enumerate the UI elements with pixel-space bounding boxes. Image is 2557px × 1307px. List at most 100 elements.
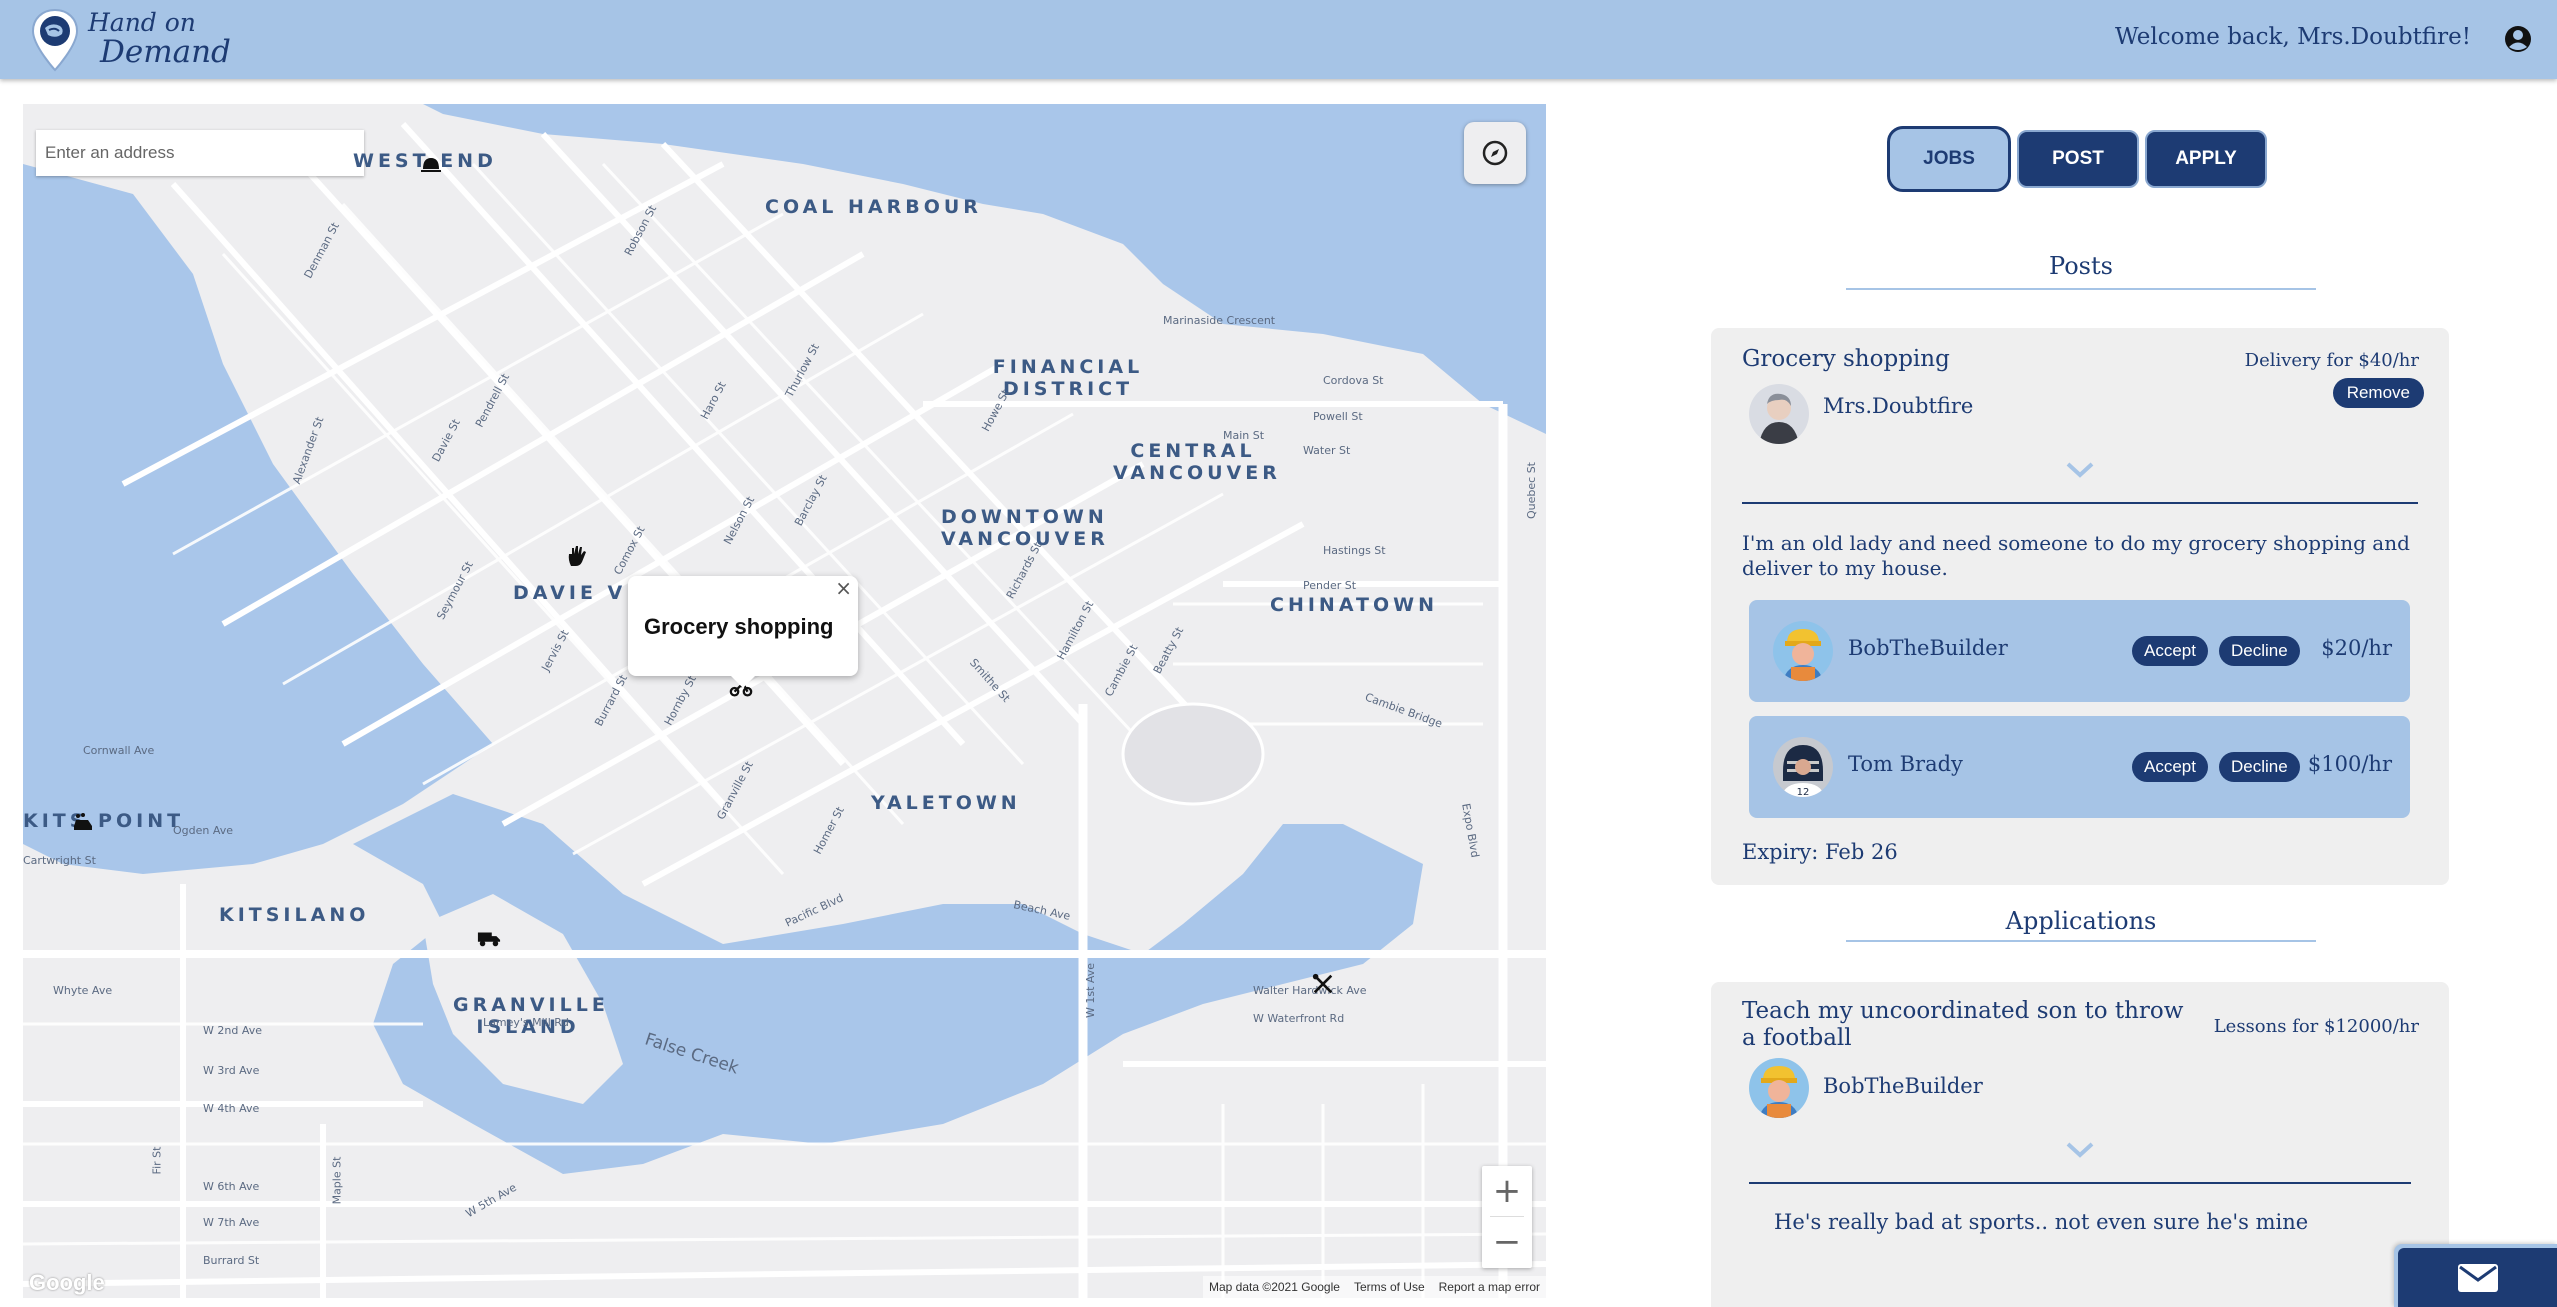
street-label: W 2nd Ave: [203, 1024, 262, 1037]
decline-button[interactable]: Decline: [2219, 752, 2300, 782]
street-label: Whyte Ave: [53, 984, 113, 997]
map-base: [23, 104, 1546, 1298]
tab-post[interactable]: POST: [2017, 130, 2139, 188]
map-footer: Map data ©2021 Google Terms of Use Repor…: [1203, 1276, 1546, 1298]
card-divider: [1749, 1182, 2411, 1184]
street-label: Main St: [1223, 429, 1265, 442]
map-view[interactable]: WEST END COAL HARBOUR FINANCIAL DISTRICT…: [23, 104, 1546, 1298]
remove-button[interactable]: Remove: [2332, 378, 2424, 408]
street-label: W 4th Ave: [203, 1102, 260, 1115]
google-logo: Google: [29, 1270, 105, 1295]
accept-button[interactable]: Accept: [2132, 636, 2208, 666]
logo-line1: Hand on: [88, 8, 196, 37]
tab-jobs[interactable]: JOBS: [1887, 126, 2011, 192]
chevron-down-icon[interactable]: [2065, 460, 2095, 480]
card-divider: [1742, 502, 2418, 504]
neighborhood-chinatown: CHINATOWN: [1270, 594, 1439, 616]
applications-section-title: Applications: [2005, 907, 2157, 935]
street-label: Marinaside Crescent: [1163, 314, 1276, 327]
chevron-down-icon[interactable]: [2065, 1140, 2095, 1160]
application-author: BobTheBuilder: [1823, 1074, 1983, 1098]
applicant-rate: $100/hr: [2307, 752, 2392, 776]
application-rate: Lessons for $12000/hr: [2213, 1016, 2419, 1037]
app-logo[interactable]: Hand on Demand: [30, 8, 231, 72]
street-label: W 3rd Ave: [203, 1064, 260, 1077]
popup-title: Grocery shopping: [644, 614, 834, 639]
street-label: Hastings St: [1323, 544, 1386, 557]
neighborhood-yaletown: YALETOWN: [871, 792, 1021, 814]
app-header: Hand on Demand Welcome back, Mrs.Doubtfi…: [0, 0, 2557, 79]
street-label: Powell St: [1313, 410, 1363, 423]
logo-line2: Demand: [100, 34, 231, 70]
hard-hat-icon[interactable]: [419, 152, 443, 176]
svg-text:12: 12: [1797, 787, 1810, 797]
messages-button-inner: [2398, 1248, 2557, 1307]
street-label: Cordova St: [1323, 374, 1384, 387]
applicant-row: 12 Tom Brady Accept Decline $100/hr: [1749, 716, 2410, 818]
post-rate: Delivery for $40/hr: [2244, 350, 2419, 371]
logo-text: Hand on Demand: [88, 10, 231, 68]
post-author: Mrs.Doubtfire: [1823, 394, 1974, 418]
post-description: I'm an old lady and need someone to do m…: [1742, 531, 2410, 580]
application-card[interactable]: Teach my uncoordinated son to throw a fo…: [1711, 982, 2449, 1307]
popup-close-button[interactable]: ×: [835, 576, 852, 600]
street-label: W 1st Ave: [1084, 962, 1098, 1019]
avatar: 12: [1773, 737, 1833, 797]
report-error-link[interactable]: Report a map error: [1439, 1280, 1540, 1294]
post-expiry: Expiry: Feb 26: [1742, 840, 1898, 864]
street-label: W 6th Ave: [203, 1180, 260, 1193]
car-wash-icon[interactable]: [71, 810, 95, 834]
decline-button[interactable]: Decline: [2219, 636, 2300, 666]
locate-me-button[interactable]: [1464, 122, 1526, 184]
zoom-in-button[interactable]: +: [1482, 1166, 1532, 1216]
street-label: Cornwall Ave: [83, 744, 155, 757]
post-card[interactable]: Grocery shopping Delivery for $40/hr Mrs…: [1711, 328, 2449, 885]
applicant-name: Tom Brady: [1848, 752, 1963, 776]
street-label: Burrard St: [203, 1254, 260, 1267]
street-label: W 7th Ave: [203, 1216, 260, 1229]
job-popup[interactable]: × Grocery shopping: [628, 576, 858, 688]
tools-icon[interactable]: [1311, 972, 1335, 996]
zoom-control: + −: [1482, 1166, 1532, 1268]
street-label: Ogden Ave: [173, 824, 234, 837]
applicant-rate: $20/hr: [2321, 636, 2392, 660]
applicant-name: BobTheBuilder: [1848, 636, 2008, 660]
map-attribution: Map data ©2021 Google: [1209, 1280, 1340, 1294]
street-label: Pender St: [1303, 579, 1357, 592]
street-label: W Waterfront Rd: [1253, 1012, 1345, 1025]
envelope-icon: [2457, 1263, 2498, 1292]
street-label: Maple St: [330, 1156, 344, 1205]
application-title: Teach my uncoordinated son to throw a fo…: [1742, 998, 2184, 1051]
posts-section-underline: [1846, 288, 2316, 290]
applications-section-underline: [1846, 940, 2316, 942]
messages-button[interactable]: [2394, 1244, 2557, 1307]
neighborhood-coal-harbour: COAL HARBOUR: [765, 196, 982, 218]
zoom-out-button[interactable]: −: [1482, 1217, 1532, 1267]
welcome-message: Welcome back, Mrs.Doubtfire!: [2115, 24, 2471, 50]
location-pin-icon: [31, 8, 79, 72]
post-title: Grocery shopping: [1742, 346, 1950, 372]
street-label: Lamey's Mill Rd: [483, 1016, 569, 1029]
street-label: Quebec St: [1525, 462, 1538, 519]
applicant-row: BobTheBuilder Accept Decline $20/hr: [1749, 600, 2410, 702]
accept-button[interactable]: Accept: [2132, 752, 2208, 782]
posts-section-title: Posts: [2049, 252, 2113, 280]
avatar: [1773, 621, 1833, 681]
tab-apply[interactable]: APPLY: [2145, 130, 2267, 188]
street-label: Fir St: [150, 1146, 164, 1175]
neighborhood-kits-point: KITS POINT: [23, 810, 185, 832]
terms-link[interactable]: Terms of Use: [1354, 1280, 1425, 1294]
avatar: [1749, 384, 1809, 444]
neighborhood-central-vancouver: CENTRAL VANCOUVER: [1113, 440, 1281, 484]
neighborhood-kitsilano: KITSILANO: [219, 904, 370, 926]
hand-icon[interactable]: [565, 544, 589, 568]
neighborhood-downtown-vancouver: DOWNTOWN VANCOUVER: [941, 506, 1109, 550]
truck-icon[interactable]: [477, 926, 501, 950]
avatar: [1749, 1058, 1809, 1118]
street-label: Cartwright St: [23, 854, 96, 867]
address-search-input[interactable]: [36, 130, 364, 176]
view-tabs: JOBS POST APPLY: [1887, 126, 2267, 192]
compass-icon: [1482, 140, 1508, 166]
account-circle-icon[interactable]: [2503, 24, 2533, 54]
street-label: Water St: [1303, 444, 1351, 457]
